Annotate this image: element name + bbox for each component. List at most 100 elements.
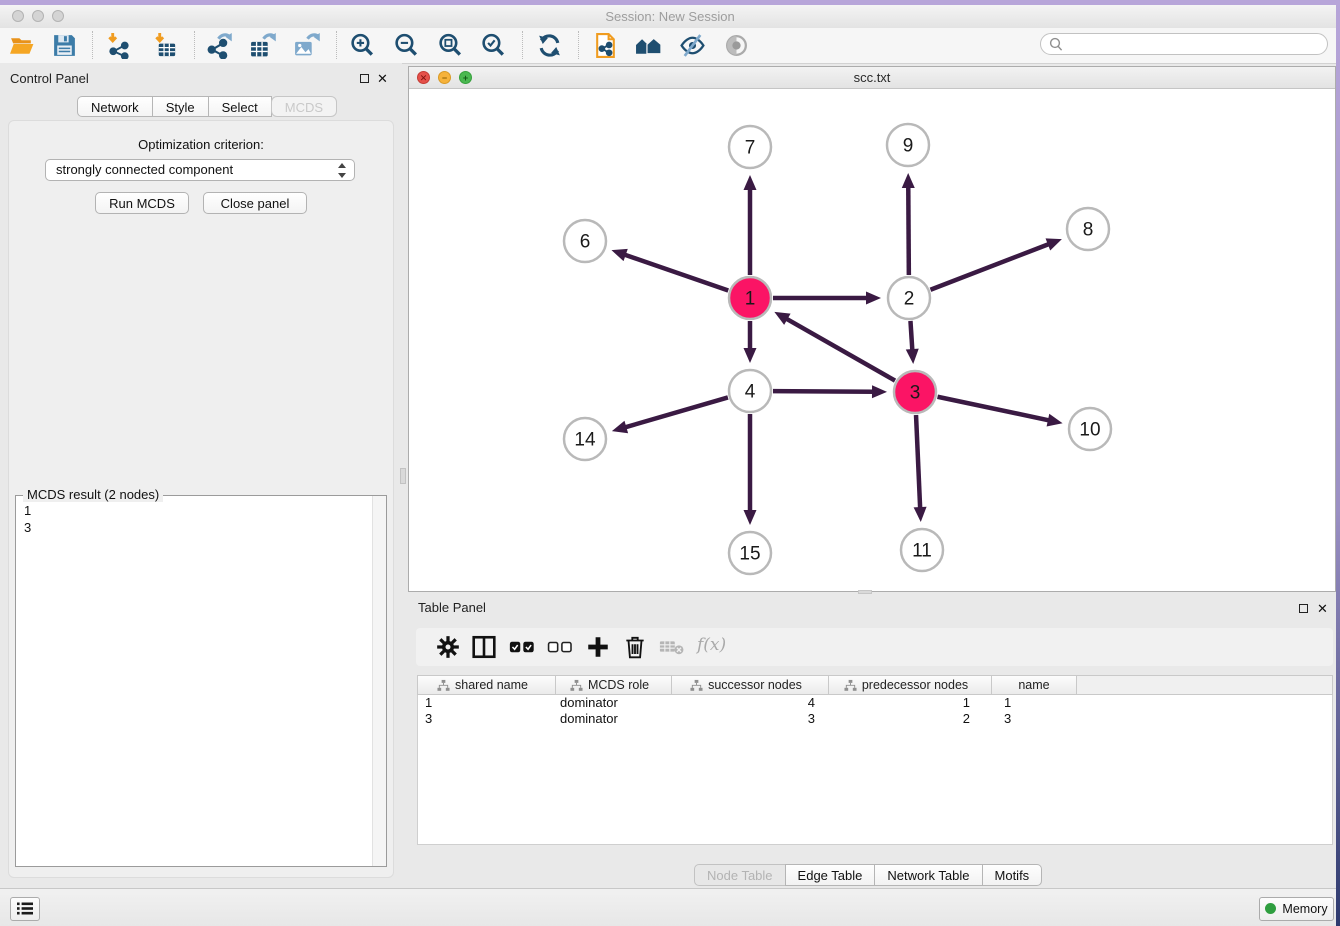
graph-node-label: 4 <box>745 382 756 403</box>
search-box[interactable] <box>1040 33 1328 55</box>
memory-status-dot-icon <box>1265 903 1276 914</box>
save-session-icon[interactable] <box>51 32 78 59</box>
main-titlebar: Session: New Session <box>0 5 1340 29</box>
show-column-panel-icon[interactable] <box>471 634 497 660</box>
open-session-icon[interactable] <box>9 32 36 59</box>
table-settings-gear-icon[interactable] <box>435 634 461 660</box>
graph-edge-3-1[interactable] <box>786 318 895 380</box>
graph-edge-arrowhead <box>1046 238 1062 250</box>
refresh-view-icon[interactable] <box>536 32 563 59</box>
toolbar-separator <box>92 31 93 59</box>
table-toolbar: f(x) <box>416 628 1333 666</box>
optimization-criterion-label: Optimization criterion: <box>9 137 393 152</box>
graph-edge-4-14[interactable] <box>624 397 728 427</box>
tab-network-table[interactable]: Network Table <box>874 864 982 886</box>
delete-table-icon <box>659 634 685 660</box>
result-scrollbar[interactable] <box>372 496 386 866</box>
close-panel-icon[interactable]: ✕ <box>377 72 388 85</box>
mcds-result-item: 3 <box>24 519 31 536</box>
mcds-result-title: MCDS result (2 nodes) <box>23 487 163 502</box>
zoom-out-icon[interactable] <box>393 32 420 59</box>
zoom-selected-icon[interactable] <box>480 32 507 59</box>
network-minimize-button[interactable]: − <box>438 71 451 84</box>
window-zoom-button[interactable] <box>52 10 64 22</box>
control-panel-title: Control Panel <box>10 71 89 86</box>
graph-edge-4-3[interactable] <box>773 391 874 392</box>
create-column-plus-icon[interactable] <box>585 634 611 660</box>
network-close-button[interactable]: ✕ <box>417 71 430 84</box>
graph-node-label: 2 <box>904 289 915 310</box>
tab-style[interactable]: Style <box>152 96 209 117</box>
graph-edge-arrowhead <box>866 292 881 305</box>
tab-mcds[interactable]: MCDS <box>271 96 337 117</box>
control-panel: Control Panel ✕ Network Style Select MCD… <box>0 63 402 888</box>
toolbar-separator <box>194 31 195 59</box>
graph-edge-3-11[interactable] <box>916 415 920 509</box>
table-body[interactable]: 1 dominator 4 1 1 3 dominator 3 2 3 <box>417 695 1333 845</box>
column-header-predecessor-nodes[interactable]: predecessor nodes <box>829 675 992 695</box>
first-neighbors-icon[interactable] <box>635 32 662 59</box>
graph-node-label: 1 <box>745 289 756 310</box>
float-table-panel-icon[interactable] <box>1299 604 1308 613</box>
unselect-all-columns-icon[interactable] <box>547 634 573 660</box>
hide-selected-icon[interactable] <box>679 32 706 59</box>
graph-edge-arrowhead <box>744 510 757 525</box>
graph-edge-2-8[interactable] <box>930 244 1049 290</box>
graph-edge-2-3[interactable] <box>910 321 912 351</box>
graph-edge-2-9[interactable] <box>908 186 909 275</box>
function-builder-icon: f(x) <box>697 632 726 658</box>
memory-button[interactable]: Memory <box>1259 897 1334 921</box>
table-header-row: shared name MCDS role successor nodes pr… <box>417 675 1333 695</box>
toolbar-separator <box>336 31 337 59</box>
delete-column-trash-icon[interactable] <box>622 634 648 660</box>
tab-select[interactable]: Select <box>208 96 272 117</box>
graph-edge-arrowhead <box>744 348 757 363</box>
split-divider-handle[interactable] <box>400 468 406 484</box>
close-table-panel-icon[interactable]: ✕ <box>1317 602 1328 615</box>
graph-edge-1-6[interactable] <box>624 254 729 290</box>
tab-network[interactable]: Network <box>77 96 153 117</box>
task-history-button[interactable] <box>10 897 40 921</box>
zoom-in-icon[interactable] <box>349 32 376 59</box>
criterion-dropdown[interactable]: strongly connected component <box>45 159 355 181</box>
export-table-icon[interactable] <box>249 32 276 59</box>
graph-node-label: 6 <box>580 232 591 253</box>
export-network-icon[interactable] <box>206 32 233 59</box>
graph-edge-arrowhead <box>906 349 919 364</box>
table-row[interactable]: 3 dominator 3 2 3 <box>418 711 1332 727</box>
new-network-from-selection-icon[interactable] <box>592 32 619 59</box>
window-minimize-button[interactable] <box>32 10 44 22</box>
toolbar-separator <box>522 31 523 59</box>
column-header-mcds-role[interactable]: MCDS role <box>556 675 672 695</box>
tab-edge-table[interactable]: Edge Table <box>785 864 876 886</box>
tab-motifs[interactable]: Motifs <box>982 864 1043 886</box>
import-table-icon[interactable] <box>152 32 179 59</box>
select-all-columns-icon[interactable] <box>509 634 535 660</box>
table-row[interactable]: 1 dominator 4 1 1 <box>418 695 1332 711</box>
graph-edge-arrowhead <box>914 507 927 522</box>
column-header-successor-nodes[interactable]: successor nodes <box>672 675 829 695</box>
close-panel-button[interactable]: Close panel <box>203 192 307 214</box>
table-panel: Table Panel ✕ f(x) shared name <box>404 594 1336 888</box>
network-canvas[interactable]: 1234678910111415 <box>409 89 1335 591</box>
window-close-button[interactable] <box>12 10 24 22</box>
import-network-icon[interactable] <box>105 32 132 59</box>
toolbar-separator <box>578 31 579 59</box>
column-header-shared-name[interactable]: shared name <box>417 675 556 695</box>
network-window-title: scc.txt <box>409 67 1335 88</box>
network-zoom-button[interactable]: + <box>459 71 472 84</box>
graph-edge-arrowhead <box>611 249 627 261</box>
graph-edge-arrowhead <box>612 421 628 433</box>
float-panel-icon[interactable] <box>360 74 369 83</box>
tab-node-table[interactable]: Node Table <box>694 864 786 886</box>
run-mcds-button[interactable]: Run MCDS <box>95 192 189 214</box>
export-image-icon[interactable] <box>293 32 320 59</box>
show-all-icon <box>723 32 750 59</box>
column-header-name[interactable]: name <box>992 675 1077 695</box>
zoom-fit-icon[interactable] <box>437 32 464 59</box>
network-graph[interactable]: 1234678910111415 <box>409 89 1335 591</box>
window-title: Session: New Session <box>0 5 1340 28</box>
search-input[interactable] <box>1067 35 1321 55</box>
graph-edge-3-10[interactable] <box>938 397 1050 421</box>
graph-node-label: 7 <box>745 138 756 159</box>
